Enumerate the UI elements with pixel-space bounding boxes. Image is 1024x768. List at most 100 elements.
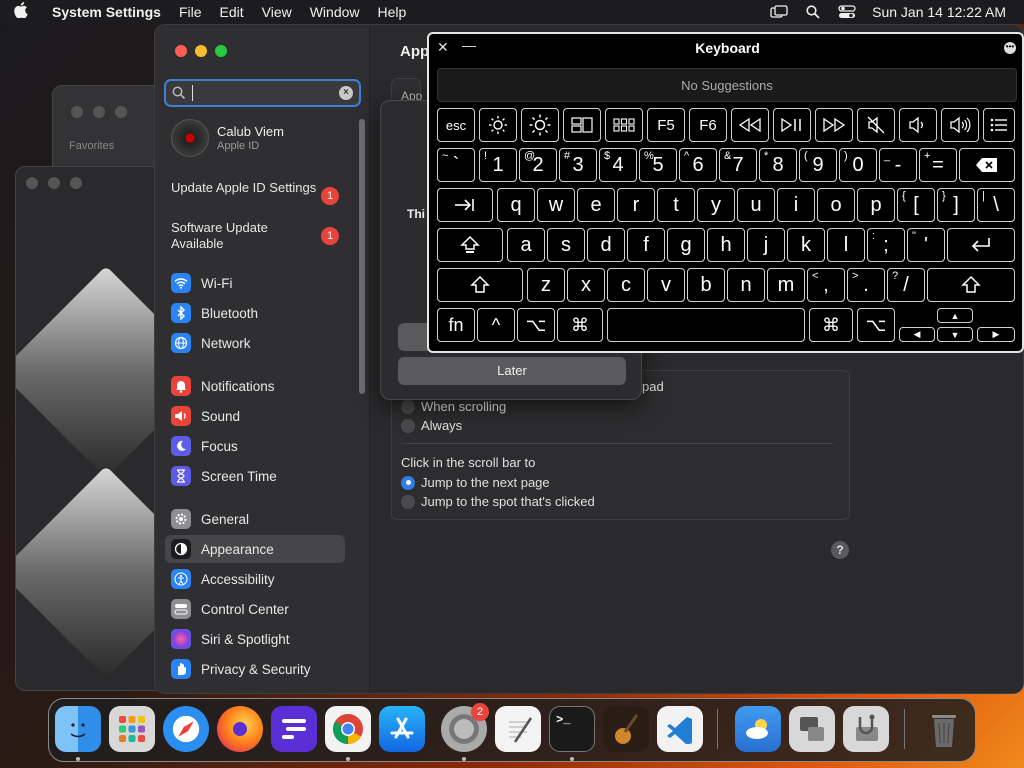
app-menu[interactable]: System Settings xyxy=(52,4,161,20)
key-period[interactable]: >. xyxy=(847,268,885,302)
update-apple-id-settings[interactable]: Update Apple ID Settings xyxy=(171,180,321,196)
key-j[interactable]: j xyxy=(747,228,785,262)
stage-manager-icon[interactable] xyxy=(770,5,788,19)
software-update-available[interactable]: Software Update Available xyxy=(171,220,321,252)
background-window-left[interactable] xyxy=(15,166,165,691)
key-e[interactable]: e xyxy=(577,188,615,222)
radio-button-selected[interactable] xyxy=(401,475,415,490)
key-comma[interactable]: <, xyxy=(807,268,845,302)
key-w[interactable]: w xyxy=(537,188,575,222)
sidebar-item-bluetooth[interactable]: Bluetooth xyxy=(165,299,345,327)
tab-icon[interactable] xyxy=(437,188,493,222)
right-shift-icon[interactable] xyxy=(927,268,1015,302)
radio-when-scrolling[interactable]: When scrolling xyxy=(401,399,506,414)
radio-button[interactable] xyxy=(401,494,415,509)
sidebar-item-accessibility[interactable]: Accessibility xyxy=(165,565,345,593)
key-v[interactable]: v xyxy=(647,268,685,302)
sidebar-item-focus[interactable]: Focus xyxy=(165,432,345,460)
trash-icon[interactable] xyxy=(921,706,967,752)
key-f6[interactable]: F6 xyxy=(689,108,727,142)
sidebar-item-network[interactable]: Network xyxy=(165,329,345,357)
key-right-bracket[interactable]: }] xyxy=(937,188,975,222)
key-a[interactable]: a xyxy=(507,228,545,262)
sidebar-item-sound[interactable]: Sound xyxy=(165,402,345,430)
key-m[interactable]: m xyxy=(767,268,805,302)
key-0[interactable]: ) 0 xyxy=(839,148,877,182)
mission-control-icon[interactable] xyxy=(563,108,601,142)
key-esc[interactable]: esc xyxy=(437,108,475,142)
launchpad-icon[interactable] xyxy=(109,706,155,752)
key-backtick[interactable]: ~ ` xyxy=(437,148,475,182)
key-y[interactable]: y xyxy=(697,188,735,222)
left-shift-icon[interactable] xyxy=(437,268,523,302)
key-b[interactable]: b xyxy=(687,268,725,302)
firefox-icon[interactable] xyxy=(217,706,263,752)
radio-always[interactable]: Always xyxy=(401,418,462,433)
key-z[interactable]: z xyxy=(527,268,565,302)
clock[interactable]: Sun Jan 14 12:22 AM xyxy=(872,4,1006,20)
sidebar-item-general[interactable]: General xyxy=(165,505,345,533)
key-p[interactable]: p xyxy=(857,188,895,222)
key-5[interactable]: % 5 xyxy=(639,148,677,182)
key-d[interactable]: d xyxy=(587,228,625,262)
arrow-down-icon[interactable]: ▼ xyxy=(937,327,973,342)
key-equals[interactable]: + = xyxy=(919,148,957,182)
sidebar-item-control-center[interactable]: Control Center xyxy=(165,595,345,623)
key-fn[interactable]: fn xyxy=(437,308,475,342)
brightness-down-icon[interactable] xyxy=(479,108,517,142)
key-i[interactable]: i xyxy=(777,188,815,222)
menu-file[interactable]: File xyxy=(179,4,202,20)
key-f5[interactable]: F5 xyxy=(647,108,685,142)
volume-up-icon[interactable] xyxy=(941,108,979,142)
migration-icon[interactable] xyxy=(789,706,835,752)
textedit-icon[interactable] xyxy=(495,706,541,752)
sidebar-item-siri-spotlight[interactable]: Siri & Spotlight xyxy=(165,625,345,653)
menu-help[interactable]: Help xyxy=(378,4,407,20)
key-quote[interactable]: " ' xyxy=(907,228,945,262)
radio-button[interactable] xyxy=(401,399,415,414)
minimize-button[interactable] xyxy=(195,45,207,57)
fast-forward-icon[interactable] xyxy=(815,108,853,142)
close-button[interactable] xyxy=(175,45,187,57)
sidebar-scrollbar[interactable] xyxy=(359,119,365,394)
key-left-bracket[interactable]: {[ xyxy=(897,188,935,222)
mute-icon[interactable] xyxy=(857,108,895,142)
weather-icon[interactable] xyxy=(735,706,781,752)
help-button[interactable]: ? xyxy=(831,541,849,559)
key-6[interactable]: ^ 6 xyxy=(679,148,717,182)
radio-jump-spot-clicked[interactable]: Jump to the spot that's clicked xyxy=(401,494,595,509)
key-backslash[interactable]: | \ xyxy=(977,188,1015,222)
key-slash[interactable]: ? / xyxy=(887,268,925,302)
chrome-icon[interactable] xyxy=(325,706,371,752)
radio-jump-next-page[interactable]: Jump to the next page xyxy=(401,475,550,490)
f-app-icon[interactable] xyxy=(271,706,317,752)
appstore-icon[interactable] xyxy=(379,706,425,752)
key-4[interactable]: $4 xyxy=(599,148,637,182)
key-l[interactable]: l xyxy=(827,228,865,262)
key-3[interactable]: #3 xyxy=(559,148,597,182)
key-1[interactable]: ! 1 xyxy=(479,148,517,182)
space-bar[interactable] xyxy=(607,308,805,342)
brightness-up-icon[interactable] xyxy=(521,108,559,142)
key-s[interactable]: s xyxy=(547,228,585,262)
key-command-left[interactable]: ⌘ xyxy=(557,308,603,342)
caps-lock-icon[interactable] xyxy=(437,228,503,262)
more-options-icon[interactable]: ••• xyxy=(1004,42,1016,54)
sidebar-item-wifi[interactable]: Wi-Fi xyxy=(165,269,345,297)
key-minus[interactable]: _ - xyxy=(879,148,917,182)
apple-id-profile[interactable]: Calub Viem Apple ID xyxy=(171,119,284,157)
sidebar-item-privacy-security[interactable]: Privacy & Security xyxy=(165,655,345,683)
key-9[interactable]: (9 xyxy=(799,148,837,182)
key-2[interactable]: @2 xyxy=(519,148,557,182)
sidebar-item-screen-time[interactable]: Screen Time xyxy=(165,462,345,490)
key-f[interactable]: f xyxy=(627,228,665,262)
key-o[interactable]: o xyxy=(817,188,855,222)
key-option-left[interactable]: ⌥ xyxy=(517,308,555,342)
key-k[interactable]: k xyxy=(787,228,825,262)
volume-down-icon[interactable] xyxy=(899,108,937,142)
menu-window[interactable]: Window xyxy=(310,4,360,20)
spotlight-search-icon[interactable] xyxy=(804,5,822,19)
menu-view[interactable]: View xyxy=(262,4,292,20)
rewind-icon[interactable] xyxy=(731,108,769,142)
later-button[interactable]: Later xyxy=(398,357,626,385)
